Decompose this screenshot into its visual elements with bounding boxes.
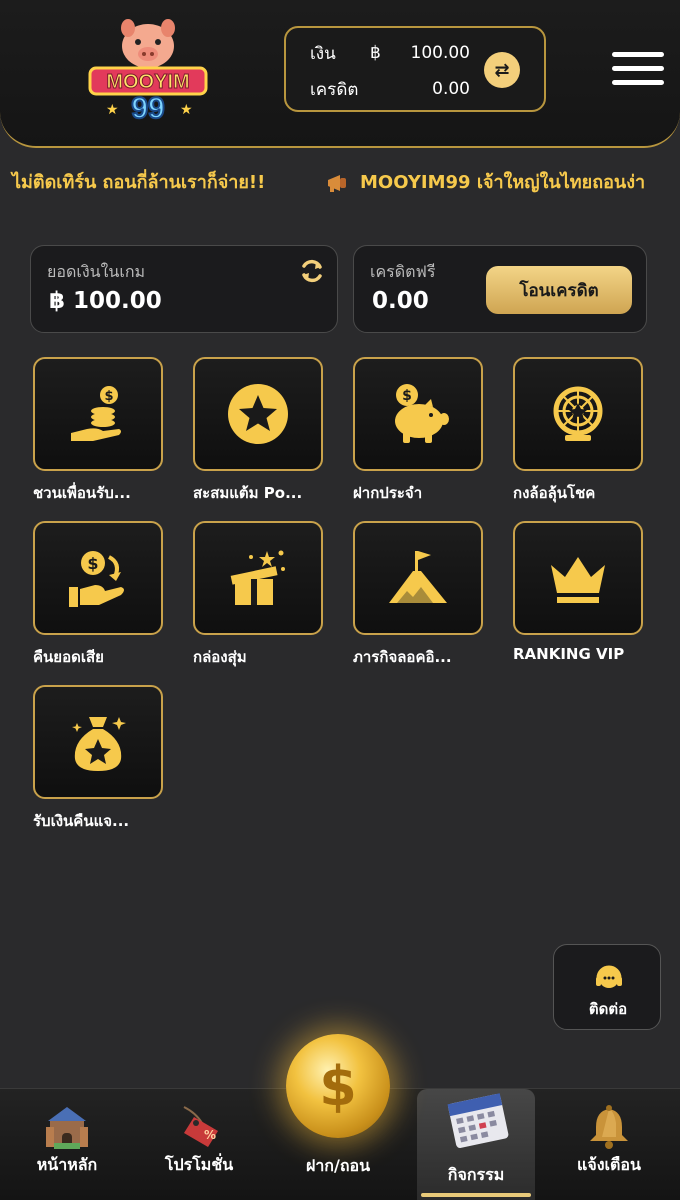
nav-notifications-label: แจ้งเตือน xyxy=(577,1155,641,1174)
tile-label: RANKING VIP xyxy=(513,645,625,663)
tile-label: ฝากประจำ xyxy=(353,484,423,502)
money-label: เงิน xyxy=(310,43,336,64)
tile-box[interactable] xyxy=(193,357,323,471)
transfer-credit-button[interactable]: โอนเครดิต xyxy=(486,266,632,314)
wallet-money-row: เงิน ฿ 100.00 xyxy=(310,38,470,68)
currency-symbol: ฿ xyxy=(370,43,381,63)
nav-deposit-withdraw-label[interactable]: ฝาก/ถอน xyxy=(280,1154,396,1179)
tile-label: กล่องสุ่ม xyxy=(193,648,247,666)
svg-text:★: ★ xyxy=(180,102,193,118)
tile-box[interactable] xyxy=(353,521,483,635)
tile-invite-friends[interactable]: $ ชวนเพื่อนรับ... xyxy=(33,357,163,507)
free-credit-card: เครดิตฟรี 0.00 โอนเครดิต xyxy=(353,245,647,333)
tile-box[interactable] xyxy=(513,357,643,471)
contact-label: ติดต่อ xyxy=(588,1000,628,1018)
calendar-icon xyxy=(447,1093,509,1148)
cashback-icon: $ xyxy=(69,551,124,607)
svg-text:%: % xyxy=(204,1128,216,1142)
tile-box[interactable]: $ xyxy=(33,357,163,471)
refresh-icon[interactable] xyxy=(299,258,325,284)
nav-activities-label: กิจกรรม xyxy=(447,1165,505,1184)
tile-points[interactable]: สะสมแต้ม Po... xyxy=(193,357,323,507)
marquee-text-left: ไม่ติดเทิร์น ถอนกี่ล้านเราก็จ่าย!! xyxy=(12,172,266,193)
tile-label: สะสมแต้ม Po... xyxy=(193,484,303,502)
tile-ranking-vip[interactable]: RANKING VIP xyxy=(513,521,643,671)
hamburger-menu-icon[interactable] xyxy=(612,48,664,88)
deposit-withdraw-coin-button[interactable]: $ xyxy=(286,1034,390,1138)
tile-lucky-wheel[interactable]: กงล้อลุ้นโชค xyxy=(513,357,643,507)
tile-box[interactable] xyxy=(193,521,323,635)
game-balance-label: ยอดเงินในเกม xyxy=(47,262,146,281)
wallet-credit-row: เครดิต 0.00 xyxy=(310,74,470,104)
svg-text:★: ★ xyxy=(106,102,119,118)
nav-activities[interactable]: กิจกรรม xyxy=(417,1089,535,1200)
mooyim99-logo[interactable]: MOOYIM 99 ★ ★ xyxy=(86,14,210,126)
tile-box[interactable]: $ xyxy=(353,357,483,471)
credit-value: 0.00 xyxy=(432,79,470,99)
wallet-summary: เงิน ฿ 100.00 เครดิต 0.00 ⇄ xyxy=(284,26,546,112)
tile-label: ชวนเพื่อนรับ... xyxy=(33,484,131,502)
game-balance-card: ยอดเงินในเกม ฿ 100.00 xyxy=(30,245,338,333)
svg-text:$: $ xyxy=(87,554,98,573)
headset-icon xyxy=(596,965,622,988)
tile-box[interactable]: $ xyxy=(33,521,163,635)
svg-text:99: 99 xyxy=(131,92,164,125)
gift-box-icon xyxy=(230,550,285,605)
tile-box[interactable] xyxy=(33,685,163,799)
castle-icon xyxy=(46,1107,88,1149)
top-header: MOOYIM 99 ★ ★ เงิน ฿ 100.00 เครดิต 0.00 … xyxy=(0,0,680,148)
tile-label: รับเงินคืนแจ... xyxy=(33,812,130,830)
bell-icon xyxy=(590,1105,628,1149)
game-balance-value: ฿ 100.00 xyxy=(49,288,162,314)
nav-home-label: หน้าหลัก xyxy=(36,1155,98,1174)
svg-text:$: $ xyxy=(402,388,412,404)
contact-button[interactable]: ติดต่อ xyxy=(553,944,661,1030)
tile-rebate[interactable]: รับเงินคืนแจ... xyxy=(33,685,163,835)
coin-hand-icon: $ xyxy=(71,386,121,441)
money-value: 100.00 xyxy=(410,43,470,63)
dollar-coin-icon: $ xyxy=(319,1054,357,1118)
tile-label: คืนยอดเสีย xyxy=(33,648,104,666)
tile-label: ภารกิจลอคอิ... xyxy=(353,648,452,666)
crown-icon xyxy=(551,557,605,603)
nav-promotion[interactable]: % โปรโมชั่น xyxy=(140,1089,258,1200)
money-bag-icon xyxy=(72,717,126,771)
nav-home[interactable]: หน้าหลัก xyxy=(8,1089,126,1200)
swap-icon[interactable]: ⇄ xyxy=(484,52,520,88)
lucky-wheel-icon xyxy=(553,386,603,441)
tile-mission[interactable]: ภารกิจลอคอิ... xyxy=(353,521,483,671)
tile-fixed-deposit[interactable]: $ ฝากประจำ xyxy=(353,357,483,507)
tile-label: กงล้อลุ้นโชค xyxy=(513,484,596,502)
svg-text:MOOYIM: MOOYIM xyxy=(106,71,189,93)
megaphone-icon xyxy=(328,175,346,192)
free-credit-label: เครดิตฟรี xyxy=(370,262,436,281)
tile-box[interactable] xyxy=(513,521,643,635)
nav-promotion-label: โปรโมชั่น xyxy=(164,1155,234,1174)
mountain-flag-icon xyxy=(389,551,447,603)
piggy-bank-icon: $ xyxy=(395,384,449,443)
tile-random-box[interactable]: กล่องสุ่ม xyxy=(193,521,323,671)
free-credit-value: 0.00 xyxy=(372,288,429,314)
svg-text:$: $ xyxy=(104,389,113,404)
marquee-text-right: MOOYIM99 เจ้าใหญ่ในไทยถอนง่า xyxy=(360,172,646,193)
tile-cashback[interactable]: $ คืนยอดเสีย xyxy=(33,521,163,671)
nav-notifications[interactable]: แจ้งเตือน xyxy=(550,1089,668,1200)
credit-label: เครดิต xyxy=(310,79,359,100)
price-tag-icon: % xyxy=(183,1106,218,1147)
announcement-marquee: ไม่ติดเทิร์น ถอนกี่ล้านเราก็จ่าย!! MOOYI… xyxy=(0,166,680,200)
star-coin-icon xyxy=(228,384,288,444)
